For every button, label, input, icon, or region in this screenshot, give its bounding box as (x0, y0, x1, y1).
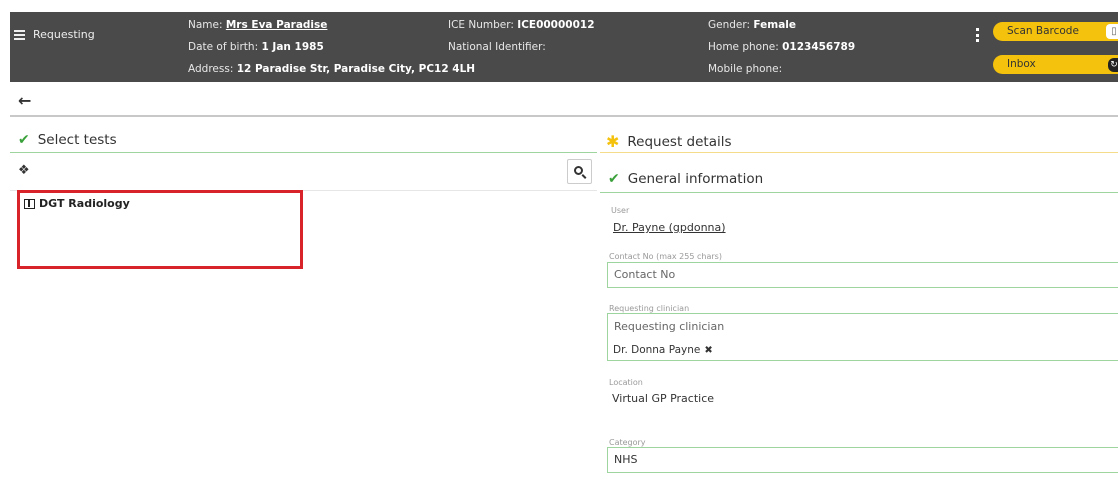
general-information-heading[interactable]: ✔ General information (608, 171, 763, 187)
scan-barcode-label: Scan Barcode (1007, 25, 1079, 37)
checkmark-icon: ✔ (18, 132, 30, 148)
home-icon[interactable]: ❖ (18, 163, 30, 178)
patient-header: Requesting Name: Mrs Eva Paradise Date o… (0, 0, 1118, 82)
general-information-divider (600, 192, 1118, 193)
gender-value: Female (753, 19, 797, 31)
ice-number-row: ICE Number: ICE00000012 (448, 19, 595, 31)
address-row: Address: 12 Paradise Str, Paradise City,… (188, 63, 475, 75)
request-details-divider (600, 152, 1118, 153)
national-id-row: National Identifier: (448, 41, 546, 53)
mobile-phone-label: Mobile phone: (708, 63, 783, 75)
highlight-box (17, 190, 303, 269)
clinician-selected: Dr. Donna Payne (613, 344, 701, 356)
dob-value: 1 Jan 1985 (261, 41, 324, 53)
category-value: NHS (614, 453, 638, 466)
patient-name-link[interactable]: Mrs Eva Paradise (226, 19, 328, 31)
user-label: User (611, 206, 630, 215)
scan-barcode-button[interactable]: Scan Barcode ▯ (993, 22, 1118, 41)
clinician-label: Requesting clinician (609, 304, 690, 313)
inbox-button[interactable]: Inbox ↻ (993, 55, 1118, 74)
address-label: Address: (188, 63, 234, 75)
user-link[interactable]: Dr. Payne (gpdonna) (613, 221, 726, 234)
close-icon[interactable]: ✖ (704, 345, 712, 356)
home-phone-label: Home phone: (708, 41, 779, 53)
contact-label: Contact No (max 255 chars) (609, 252, 722, 261)
select-tests-divider (10, 152, 597, 153)
search-button[interactable] (567, 159, 592, 184)
mobile-phone-row: Mobile phone: (708, 63, 782, 75)
ice-value: ICE00000012 (517, 19, 595, 31)
home-phone-value: 0123456789 (782, 41, 856, 53)
hamburger-icon (14, 29, 25, 40)
requesting-menu-label: Requesting (33, 28, 95, 41)
asterisk-icon: ✱ (606, 132, 620, 151)
gender-label: Gender: (708, 19, 751, 31)
select-tests-heading: ✔ Select tests (18, 132, 117, 148)
search-icon (574, 166, 583, 175)
gender-row: Gender: Female (708, 19, 796, 31)
clinician-tag: Dr. Donna Payne ✖ (613, 344, 713, 356)
requesting-menu-button[interactable]: Requesting (14, 28, 95, 41)
dob-label: Date of birth: (188, 41, 259, 53)
location-label: Location (609, 378, 643, 387)
inbox-label: Inbox (1007, 58, 1036, 70)
checkmark-icon: ✔ (608, 171, 620, 187)
contact-placeholder: Contact No (614, 268, 676, 281)
name-label: Name: (188, 19, 223, 31)
contact-no-input[interactable]: Contact No (607, 262, 1118, 288)
category-label: Category (609, 438, 646, 447)
general-information-title: General information (627, 171, 764, 187)
location-value: Virtual GP Practice (612, 392, 715, 405)
national-id-label: National Identifier: (448, 41, 546, 53)
request-details-title: Request details (627, 133, 732, 150)
ice-label: ICE Number: (448, 19, 514, 31)
select-tests-title: Select tests (37, 132, 117, 148)
dob-row: Date of birth: 1 Jan 1985 (188, 41, 324, 53)
clinician-placeholder: Requesting clinician (614, 320, 725, 333)
more-options-icon[interactable] (976, 28, 980, 42)
patient-name-row: Name: Mrs Eva Paradise (188, 19, 327, 31)
address-value: 12 Paradise Str, Paradise City, PC12 4LH (236, 63, 476, 75)
header-divider (10, 115, 1118, 117)
category-select[interactable]: NHS (607, 447, 1118, 473)
inbox-icon: ↻ (1108, 58, 1118, 72)
arrow-left-icon[interactable]: ← (18, 91, 31, 110)
home-phone-row: Home phone: 0123456789 (708, 41, 855, 53)
barcode-icon: ▯ (1106, 24, 1118, 39)
request-details-heading[interactable]: ✱ Request details (606, 132, 732, 151)
